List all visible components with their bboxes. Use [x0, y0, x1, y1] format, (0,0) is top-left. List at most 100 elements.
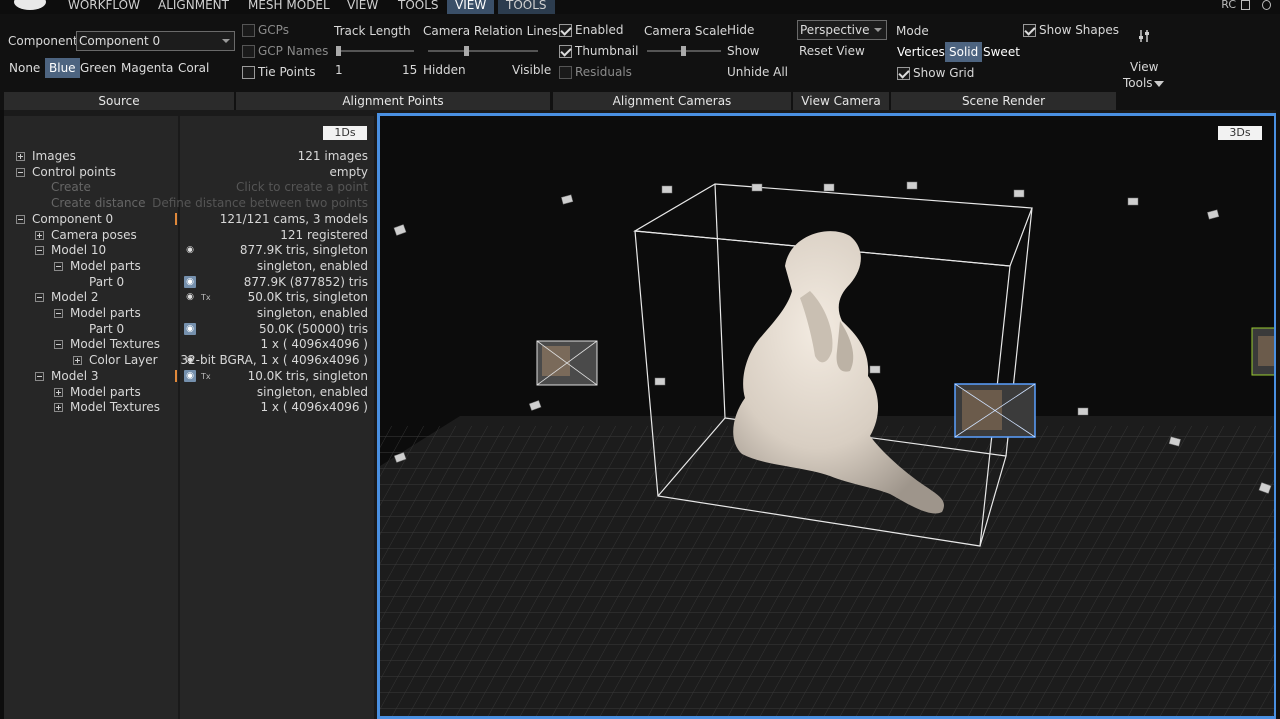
menu-workflow[interactable]: WORKFLOW [60, 0, 148, 14]
eye-icon[interactable]: ◉ [184, 276, 196, 288]
file-icon[interactable] [1241, 0, 1250, 10]
view-tools-group[interactable]: View Tools [1118, 18, 1170, 92]
tree-item-value: singleton, enabled [256, 385, 368, 399]
menu-mesh-model[interactable]: MESH MODEL [240, 0, 338, 14]
3d-viewport[interactable]: 3Ds [377, 113, 1277, 719]
camera-thumbnail-selected[interactable] [954, 383, 1036, 438]
color-blue-button[interactable]: Blue [45, 58, 80, 78]
collapse-icon[interactable] [35, 293, 44, 302]
tree-item-label: Model parts [70, 385, 141, 399]
camera-thumbnail-left[interactable] [536, 340, 598, 386]
track-length-label: Track Length [334, 24, 411, 38]
color-green-button[interactable]: Green [76, 58, 120, 78]
sliders-icon[interactable] [1136, 28, 1152, 44]
gcps-checkbox[interactable] [242, 24, 255, 37]
expand-icon[interactable] [35, 231, 44, 240]
tree-item-value: 121 images [297, 149, 368, 163]
collapse-icon[interactable] [54, 262, 63, 271]
reset-view-button[interactable]: Reset View [799, 44, 865, 58]
unhide-all-button[interactable]: Unhide All [727, 65, 788, 79]
camera-scale-label: Camera Scale [644, 24, 728, 38]
show-shapes-checkbox[interactable] [1023, 24, 1036, 37]
right-border [1276, 110, 1280, 719]
tree-item-value: 1 x ( 4096x4096 ) [260, 337, 368, 351]
enabled-checkbox[interactable] [559, 24, 572, 37]
mode-vertices-button[interactable]: Vertices [893, 42, 949, 62]
panel-1ds-tag[interactable]: 1Ds [323, 126, 367, 140]
chevron-down-icon [222, 39, 230, 43]
menu-alignment[interactable]: ALIGNMENT [150, 0, 237, 14]
relation-lines-slider[interactable] [428, 46, 538, 56]
tree-item-label: Part 0 [89, 322, 125, 336]
tree-item-value: 121 registered [280, 228, 368, 242]
menu-tools-contextual[interactable]: TOOLS [498, 0, 555, 14]
rc-label[interactable]: RC [1221, 0, 1236, 11]
tree-item-value: 50.0K (50000) tris [259, 322, 368, 336]
show-button[interactable]: Show [727, 44, 759, 58]
tree-item-label: Model Textures [70, 400, 161, 414]
show-grid-checkbox[interactable] [897, 67, 910, 80]
camera-scale-thumb[interactable] [681, 46, 686, 56]
view-tools-label-1: View [1130, 60, 1159, 74]
eye-icon[interactable]: ◉ [184, 291, 196, 303]
color-none-button[interactable]: None [5, 58, 44, 78]
component-select[interactable]: Component 0 [76, 31, 235, 51]
texture-icon[interactable]: Tx [201, 372, 211, 381]
menu-tools[interactable]: TOOLS [390, 0, 447, 14]
color-coral-button[interactable]: Coral [174, 58, 213, 78]
viewport-3ds-tag[interactable]: 3Ds [1218, 126, 1262, 140]
collapse-icon[interactable] [35, 372, 44, 381]
texture-icon[interactable]: Tx [201, 293, 211, 302]
projection-select-value: Perspective [800, 23, 870, 37]
expand-icon[interactable] [73, 356, 82, 365]
tree-item-label: Part 0 [89, 275, 125, 289]
residuals-checkbox[interactable] [559, 66, 572, 79]
track-length-slider[interactable] [336, 46, 414, 56]
tree-item-label: Component 0 [32, 212, 114, 226]
projection-select[interactable]: Perspective [797, 20, 887, 40]
tree-item-value: singleton, enabled [256, 306, 368, 320]
tie-points-checkbox[interactable] [242, 66, 255, 79]
tree-item-value: 32-bit BGRA, 1 x ( 4096x4096 ) [180, 353, 368, 367]
eye-icon[interactable]: ◉ [184, 354, 196, 366]
expand-icon[interactable] [16, 152, 25, 161]
eye-icon[interactable]: ◉ [184, 323, 196, 335]
enabled-label: Enabled [575, 23, 624, 37]
component-select-value: Component 0 [79, 34, 161, 48]
show-shapes-label: Show Shapes [1039, 23, 1120, 37]
app-logo-icon[interactable] [14, 0, 46, 10]
collapse-icon[interactable] [35, 246, 44, 255]
view-camera-group: Perspective Reset View [793, 18, 891, 92]
collapse-icon[interactable] [54, 340, 63, 349]
menu-view[interactable]: VIEW [339, 0, 386, 14]
collapse-icon[interactable] [54, 309, 63, 318]
residuals-label: Residuals [575, 65, 632, 79]
camera-thumbnail-right[interactable] [1251, 327, 1277, 376]
mode-solid-button[interactable]: Solid [945, 42, 983, 62]
tree-item-label: Images [32, 149, 76, 163]
menu-bar: WORKFLOW ALIGNMENT MESH MODEL VIEW TOOLS… [0, 0, 1280, 14]
eye-icon[interactable]: ◉ [184, 244, 196, 256]
tree-item-value: 10.0K tris, singleton [247, 369, 368, 383]
color-magenta-button[interactable]: Magenta [117, 58, 177, 78]
collapse-icon[interactable] [16, 215, 25, 224]
menu-view-active[interactable]: VIEW [447, 0, 495, 14]
expand-icon[interactable] [54, 388, 63, 397]
settings-icon[interactable] [1262, 0, 1271, 10]
expand-icon[interactable] [54, 403, 63, 412]
gcp-names-checkbox[interactable] [242, 45, 255, 58]
scene-canvas[interactable] [380, 116, 1277, 719]
track-length-thumb[interactable] [336, 46, 341, 56]
tree-item-value: singleton, enabled [256, 259, 368, 273]
collapse-icon[interactable] [16, 168, 25, 177]
alignment-cameras-group: Enabled Thumbnail Residuals Camera Scale… [553, 18, 793, 92]
thumbnail-checkbox[interactable] [559, 45, 572, 58]
eye-icon[interactable]: ◉ [184, 370, 196, 382]
chevron-down-icon[interactable] [1154, 81, 1164, 87]
camera-scale-slider[interactable] [647, 46, 721, 56]
mode-sweet-button[interactable]: Sweet [979, 42, 1024, 62]
hide-button[interactable]: Hide [727, 23, 754, 37]
tree-item-label: Camera poses [51, 228, 137, 242]
relation-lines-thumb[interactable] [464, 46, 469, 56]
view-tools-label-2: Tools [1123, 76, 1153, 90]
